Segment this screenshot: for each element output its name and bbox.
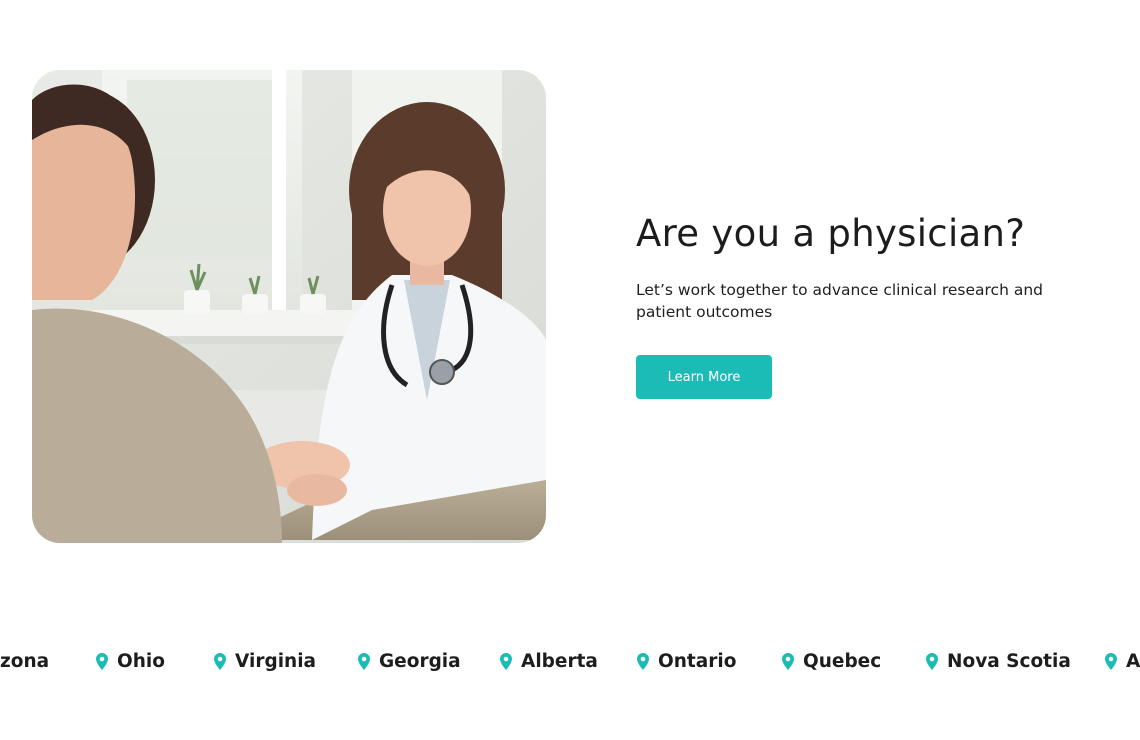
location-item: Ar — [1105, 645, 1140, 677]
location-pin-icon — [96, 652, 108, 670]
location-label: Georgia — [379, 650, 461, 672]
location-label: Ohio — [117, 650, 165, 672]
location-item: Georgia — [358, 645, 461, 677]
location-pin-icon — [358, 652, 370, 670]
location-item: Ontario — [637, 645, 736, 677]
location-item: Ohio — [96, 645, 165, 677]
learn-more-button[interactable]: Learn More — [636, 355, 772, 399]
location-pin-icon — [637, 652, 649, 670]
hero-subtext: Let’s work together to advance clinical … — [636, 281, 1043, 321]
location-label: Ar — [1126, 650, 1140, 672]
location-label: zona — [0, 650, 50, 672]
location-pin-icon — [782, 652, 794, 670]
page-title: Are you a physician? — [636, 212, 1026, 255]
location-item: Virginia — [214, 645, 316, 677]
location-label: Virginia — [235, 650, 317, 672]
location-item: zona — [0, 645, 49, 677]
location-pin-icon — [1105, 652, 1117, 670]
locations-ticker: zona Ohio Virginia Georgia Alberta Ontar… — [0, 645, 1140, 677]
location-item: Quebec — [782, 645, 881, 677]
location-label: Quebec — [803, 650, 882, 672]
location-label: Nova Scotia — [947, 650, 1071, 672]
location-pin-icon — [926, 652, 938, 670]
location-label: Ontario — [658, 650, 737, 672]
hero-image — [32, 70, 546, 543]
location-pin-icon — [214, 652, 226, 670]
location-item: Alberta — [500, 645, 598, 677]
location-pin-icon — [500, 652, 512, 670]
location-item: Nova Scotia — [926, 645, 1071, 677]
location-label: Alberta — [521, 650, 598, 672]
